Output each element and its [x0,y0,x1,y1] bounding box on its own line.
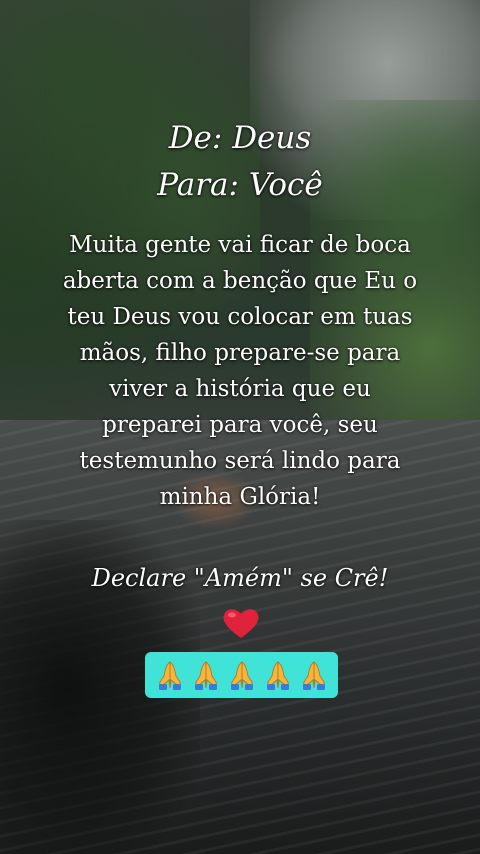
to-line: Para: Você [157,167,323,203]
from-line: De: Deus [168,120,312,156]
message-line: teu Deus vou colocar em tuas [67,304,413,330]
praying-hands-icon [158,661,181,690]
message-line: mãos, filho prepare-se para [79,340,401,366]
red-heart-icon [223,609,259,638]
praying-hands-icon [266,661,289,690]
declare-line: Declare "Amém" se Crê! [91,564,389,592]
praying-hands-icon [302,661,325,690]
message-line: minha Glória! [159,484,321,510]
message-text: Muita gente vai ficar de boca aberta com… [20,227,460,515]
message-line: aberta com a benção que Eu o [62,268,418,294]
message-overlay: De: Deus Para: Você Muita gente vai fica… [0,0,480,854]
praying-hands-icon [230,661,253,690]
praying-hands-icon [194,661,217,690]
message-line: preparei para você, seu [102,412,378,438]
message-line: Muita gente vai ficar de boca [69,232,411,258]
background-photo: De: Deus Para: Você Muita gente vai fica… [0,0,480,854]
message-line: testemunho será lindo para [79,448,401,474]
message-line: viver a história que eu [109,376,371,402]
praying-hands-box [145,652,338,698]
